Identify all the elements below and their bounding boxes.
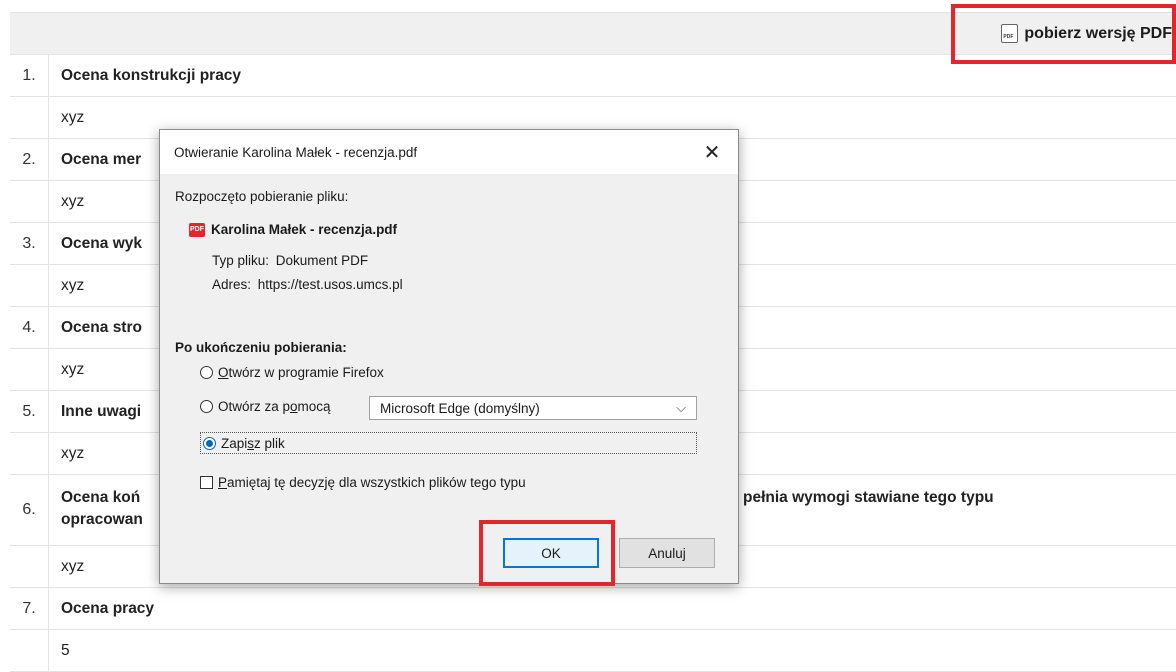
save-file-radio[interactable] — [203, 436, 216, 450]
open-in-firefox-option[interactable]: Otwórz w programie Firefox — [200, 365, 384, 380]
row-number: 1. — [10, 55, 49, 96]
row-number: 5. — [10, 391, 49, 432]
open-with-accesskey: o — [290, 399, 298, 414]
save-file-label-part2: z plik — [254, 435, 285, 451]
open-with-label-part2: mocą — [297, 399, 331, 414]
question-title: Ocena pracy — [61, 599, 155, 617]
table-header-bar: pobierz wersję PDF — [10, 13, 1176, 55]
question-title-line1-right: pełnia wymogi stawiane tego typu — [743, 489, 994, 506]
open-in-firefox-label: Otwórz w programie Firefox — [218, 365, 384, 380]
save-file-label-part1: Zapi — [221, 435, 248, 451]
file-name: Karolina Małek - recenzja.pdf — [211, 222, 398, 237]
table-row: 5 — [10, 630, 1176, 672]
row-number: 2. — [10, 139, 49, 180]
chevron-down-icon: ⌵ — [676, 400, 686, 415]
file-type-row: Typ pliku: Dokument PDF — [212, 253, 368, 268]
ok-button[interactable]: OK — [503, 538, 599, 568]
address-row: Adres: https://test.usos.umcs.pl — [212, 277, 403, 292]
row-number: 6. — [10, 475, 49, 545]
row-number-empty — [10, 349, 49, 390]
row-number-empty — [10, 630, 49, 671]
row-number: 7. — [10, 588, 49, 629]
pdf-file-icon: PDF — [189, 222, 205, 237]
row-number-empty — [10, 181, 49, 222]
row-number-empty — [10, 97, 49, 138]
file-info-row: PDF Karolina Małek - recenzja.pdf — [189, 222, 397, 237]
file-type-label: Typ pliku: — [212, 253, 270, 268]
file-type-value: Dokument PDF — [275, 253, 369, 268]
download-pdf-label: pobierz wersję PDF — [1024, 24, 1172, 42]
download-intro: Rozpoczęto pobieranie pliku: — [175, 189, 349, 204]
row-number: 4. — [10, 307, 49, 348]
close-icon[interactable]: ✕ — [698, 138, 726, 166]
row-number-empty — [10, 546, 49, 587]
row-number: 3. — [10, 223, 49, 264]
download-pdf-link[interactable]: pobierz wersję PDF — [1001, 13, 1172, 54]
question-title: Ocena konstrukcji pracy — [61, 66, 242, 84]
table-row: 7. Ocena pracy — [10, 588, 1176, 630]
question-title-line1-left: Ocena koń — [61, 489, 141, 506]
remember-decision-label: Pamiętaj tę decyzję dla wszystkich plikó… — [218, 475, 526, 490]
save-file-option[interactable]: Zapisz plik — [200, 432, 697, 454]
row-number-empty — [10, 433, 49, 474]
save-file-label: Zapisz plik — [221, 436, 285, 451]
download-dialog: Otwieranie Karolina Małek - recenzja.pdf… — [159, 129, 739, 584]
remember-decision-checkbox[interactable] — [200, 476, 213, 489]
open-with-label-part1: Otwórz za p — [218, 399, 291, 414]
open-with-label: Otwórz za pomocą — [218, 399, 331, 414]
after-download-label: Po ukończeniu pobierania: — [175, 340, 347, 355]
save-file-accesskey: s — [247, 435, 255, 451]
pdf-document-icon — [1001, 24, 1019, 43]
cancel-button[interactable]: Anuluj — [619, 538, 715, 568]
dialog-title: Otwieranie Karolina Małek - recenzja.pdf — [174, 144, 418, 160]
dialog-titlebar: Otwieranie Karolina Małek - recenzja.pdf… — [160, 130, 738, 174]
open-with-radio[interactable] — [200, 400, 213, 413]
remember-decision-accesskey: P — [218, 475, 228, 490]
answer-text: 5 — [61, 641, 70, 659]
row-number-empty — [10, 265, 49, 306]
open-in-firefox-radio[interactable] — [200, 366, 213, 379]
open-with-option[interactable]: Otwórz za pomocą — [200, 399, 331, 414]
remember-decision-option[interactable]: Pamiętaj tę decyzję dla wszystkich plikó… — [200, 475, 526, 490]
open-in-firefox-label-rest: twórz w programie Firefox — [228, 365, 384, 380]
open-in-firefox-accesskey: O — [218, 365, 229, 380]
application-select-value: Microsoft Edge (domyślny) — [380, 400, 540, 416]
application-select[interactable]: Microsoft Edge (domyślny) ⌵ — [369, 396, 697, 420]
address-value: https://test.usos.umcs.pl — [257, 277, 403, 292]
address-label: Adres: — [212, 277, 252, 292]
remember-decision-label-rest: amiętaj tę decyzję dla wszystkich plików… — [227, 475, 526, 490]
table-row: 1. Ocena konstrukcji pracy — [10, 55, 1176, 97]
